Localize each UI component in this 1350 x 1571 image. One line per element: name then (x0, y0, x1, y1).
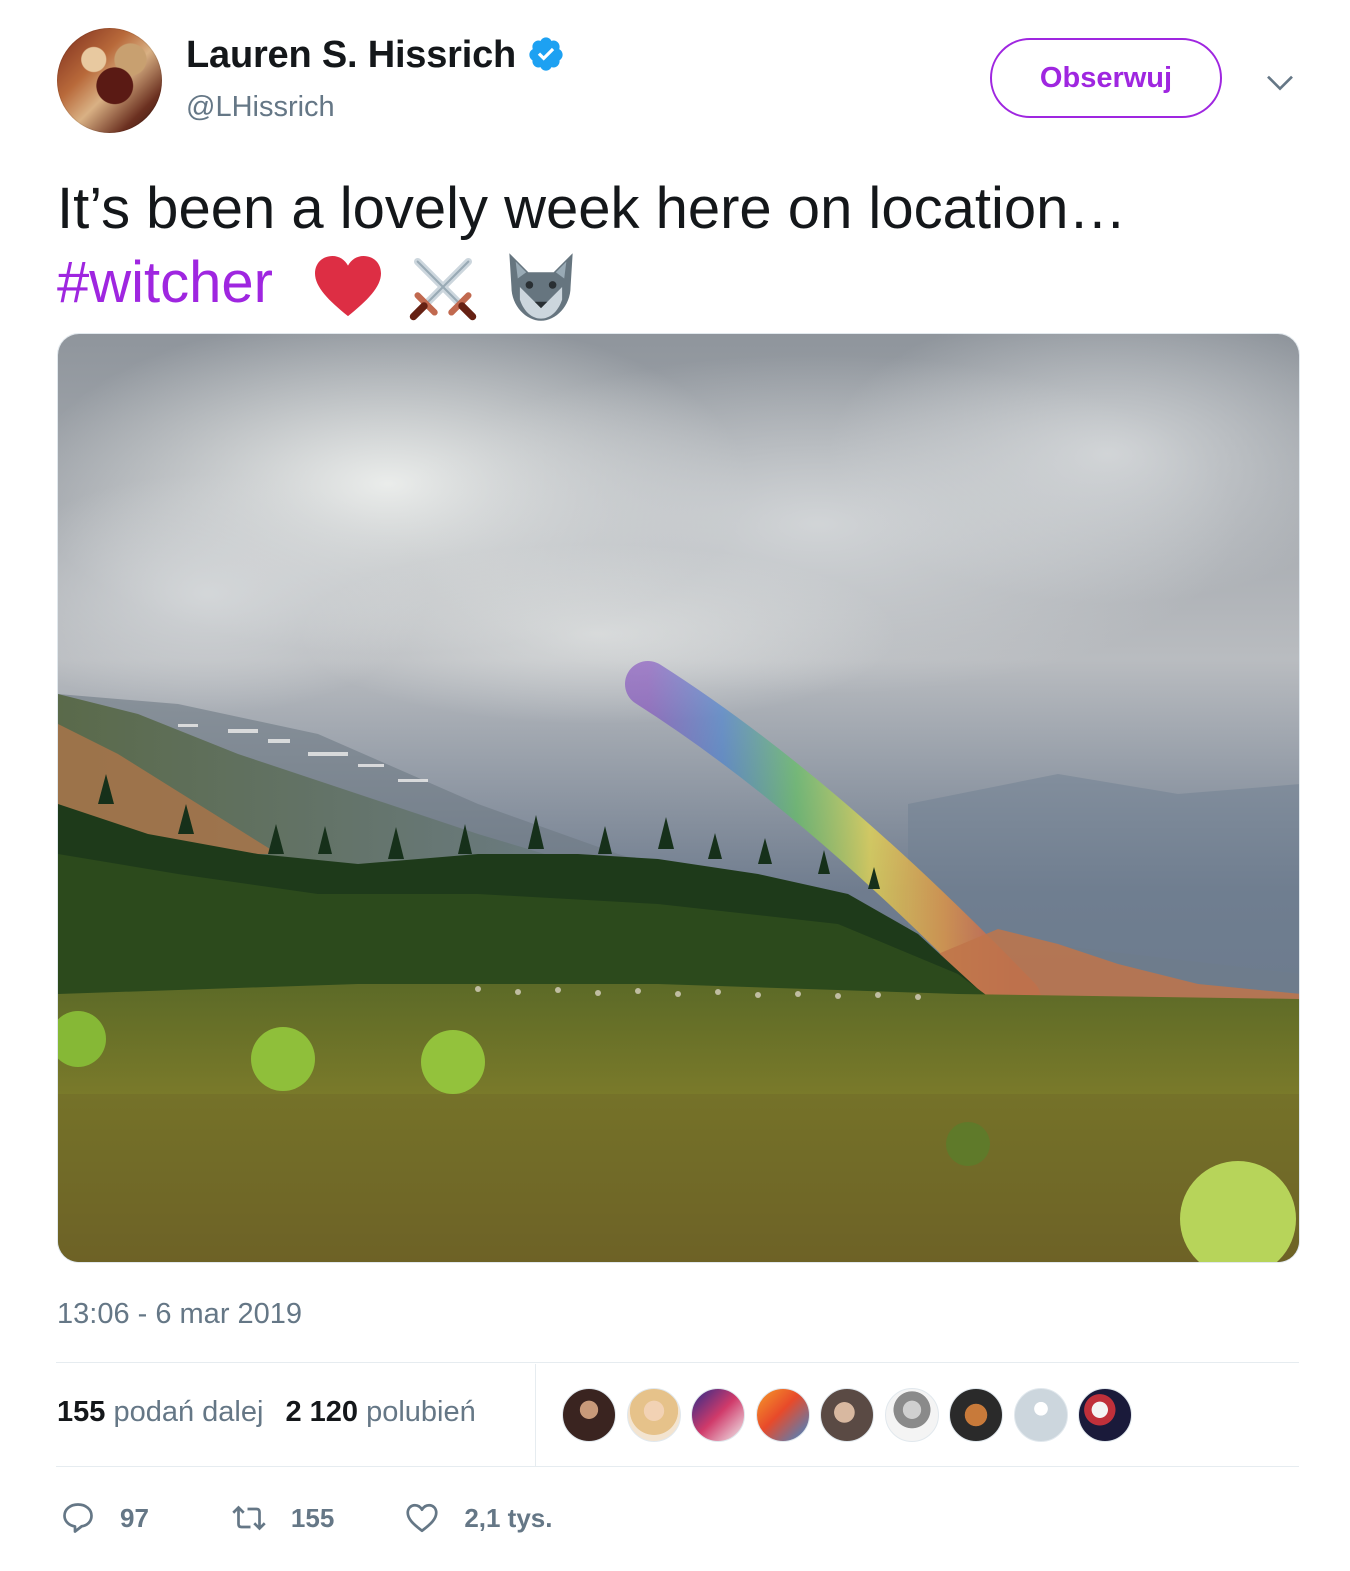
divider (56, 1362, 1299, 1363)
author-avatar[interactable] (57, 28, 162, 133)
like-stat-count: 2 120 (285, 1396, 359, 1428)
liker-avatar[interactable] (562, 1388, 616, 1442)
retweet-stat[interactable]: 155 podań dalej (57, 1396, 263, 1428)
tweet-stats: 155 podań dalej 2 120 polubień (57, 1396, 476, 1429)
like-stat-label: polubień (366, 1396, 476, 1428)
liker-avatar[interactable] (691, 1388, 745, 1442)
verified-badge-icon (529, 37, 563, 71)
chevron-down-icon[interactable] (1264, 66, 1296, 98)
wolf-face-icon (509, 252, 574, 321)
heart-icon (406, 1503, 438, 1533)
author-display-name[interactable]: Lauren S. Hissrich (186, 34, 516, 77)
liker-avatar[interactable] (755, 1388, 810, 1442)
retweet-stat-count: 155 (57, 1396, 106, 1428)
liker-avatar[interactable] (884, 1388, 939, 1442)
like-count: 2,1 tys. (464, 1502, 553, 1533)
retweet-button[interactable]: 155 (231, 1500, 334, 1536)
red-heart-icon (315, 255, 382, 316)
liker-avatar[interactable] (949, 1388, 1003, 1442)
retweet-icon (232, 1505, 266, 1531)
reply-button[interactable]: 97 (60, 1500, 149, 1536)
reply-icon (63, 1503, 93, 1533)
reply-count: 97 (120, 1502, 149, 1533)
retweet-count: 155 (290, 1502, 335, 1533)
tweet-actions: 97 155 2,1 tys. (60, 1500, 552, 1536)
likers-avatars (562, 1388, 1143, 1442)
landscape-image (58, 334, 1299, 1262)
vertical-divider (535, 1364, 536, 1466)
liker-avatar[interactable] (1078, 1388, 1132, 1442)
tweet-text: It’s been a lovely week here on location… (57, 172, 1317, 325)
liker-avatar[interactable] (626, 1388, 681, 1442)
tweet-photo[interactable] (57, 333, 1300, 1263)
crossed-swords-icon (409, 257, 477, 320)
like-stat[interactable]: 2 120 polubień (285, 1396, 475, 1428)
tweet-timestamp[interactable]: 13:06 - 6 mar 2019 (57, 1298, 302, 1331)
retweet-stat-label: podań dalej (113, 1396, 264, 1428)
follow-button[interactable]: Obserwuj (990, 38, 1222, 118)
hashtag-link[interactable]: #witcher (57, 250, 273, 315)
author-handle[interactable]: @LHissrich (186, 91, 335, 124)
liker-avatar[interactable] (820, 1388, 874, 1442)
divider (56, 1466, 1299, 1467)
tweet-body: It’s been a lovely week here on location… (57, 176, 1127, 241)
liker-avatar[interactable] (1013, 1388, 1068, 1442)
like-button[interactable]: 2,1 tys. (404, 1500, 552, 1536)
